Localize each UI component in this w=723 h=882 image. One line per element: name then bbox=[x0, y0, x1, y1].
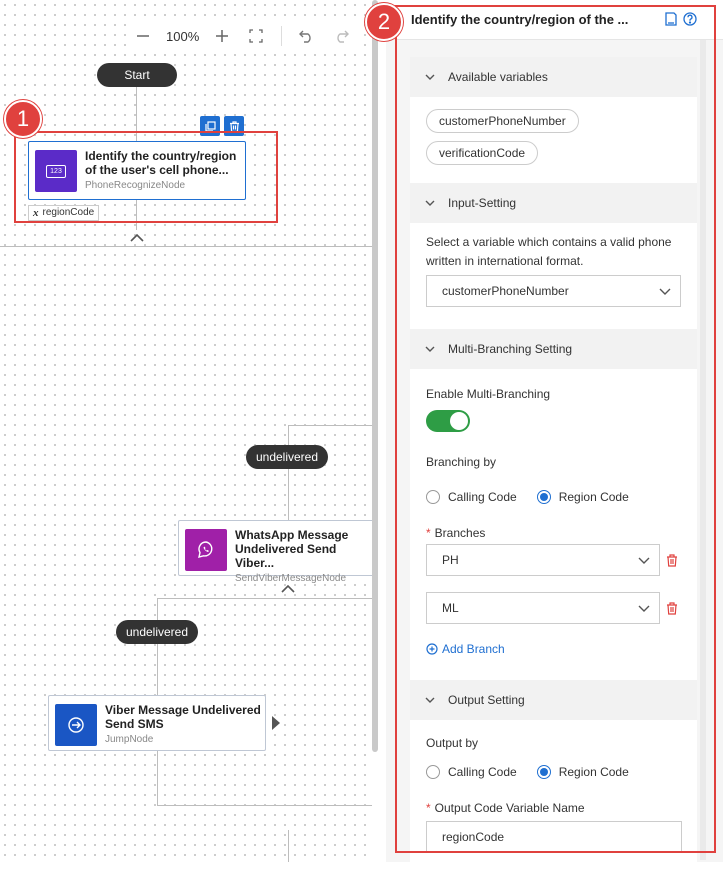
edge-label-undelivered: undelivered bbox=[116, 620, 198, 644]
highlight-box bbox=[14, 131, 278, 223]
trash-icon bbox=[229, 120, 239, 132]
fit-view-icon bbox=[249, 29, 263, 43]
jump-node[interactable]: Viber Message Undelivered Send SMS JumpN… bbox=[48, 695, 266, 751]
node-type: JumpNode bbox=[105, 734, 154, 745]
send-viber-message-node[interactable]: WhatsApp Message Undelivered Send Viber.… bbox=[178, 520, 378, 584]
connector-line bbox=[0, 246, 372, 247]
connector-line bbox=[288, 830, 289, 862]
canvas-scrollbar[interactable] bbox=[372, 0, 378, 752]
toolbar-divider bbox=[281, 26, 283, 46]
canvas-toolbar: 100% bbox=[128, 21, 357, 51]
undo-icon bbox=[299, 30, 311, 43]
redo-button[interactable] bbox=[326, 21, 356, 51]
node-title: Undelivered Send Viber... bbox=[235, 542, 337, 570]
collapse-up-icon[interactable] bbox=[280, 584, 296, 594]
callout-badge-1: 1 bbox=[4, 100, 42, 138]
viber-icon bbox=[185, 529, 227, 571]
zoom-out-button[interactable] bbox=[128, 21, 158, 51]
highlight-box bbox=[395, 5, 716, 853]
connector-line bbox=[157, 598, 372, 599]
jump-arrow-icon bbox=[55, 704, 97, 746]
redo-icon bbox=[337, 30, 350, 43]
minus-icon bbox=[137, 35, 149, 37]
copy-icon bbox=[204, 120, 216, 132]
node-type: SendViberMessageNode bbox=[235, 573, 347, 584]
start-node[interactable]: Start bbox=[97, 63, 177, 87]
edge-label-undelivered: undelivered bbox=[246, 445, 328, 469]
undo-button[interactable] bbox=[292, 21, 322, 51]
fit-view-button[interactable] bbox=[241, 21, 271, 51]
connector-line bbox=[157, 598, 158, 695]
connector-line bbox=[288, 425, 372, 426]
connector-line bbox=[157, 750, 158, 805]
flow-canvas[interactable]: 100% Start 123 Identify the country/regi… bbox=[0, 0, 378, 862]
zoom-level: 100% bbox=[166, 28, 200, 44]
connector-line bbox=[157, 805, 372, 806]
node-title: Send SMS bbox=[105, 717, 164, 731]
zoom-in-button[interactable] bbox=[207, 21, 237, 51]
node-title: WhatsApp Message bbox=[235, 528, 349, 542]
callout-badge-2: 2 bbox=[365, 3, 403, 41]
plus-icon bbox=[216, 30, 229, 42]
connector-line bbox=[288, 425, 289, 520]
expand-right-icon[interactable] bbox=[271, 715, 281, 731]
collapse-up-icon[interactable] bbox=[129, 233, 145, 243]
node-title: Viber Message Undelivered bbox=[105, 703, 261, 717]
